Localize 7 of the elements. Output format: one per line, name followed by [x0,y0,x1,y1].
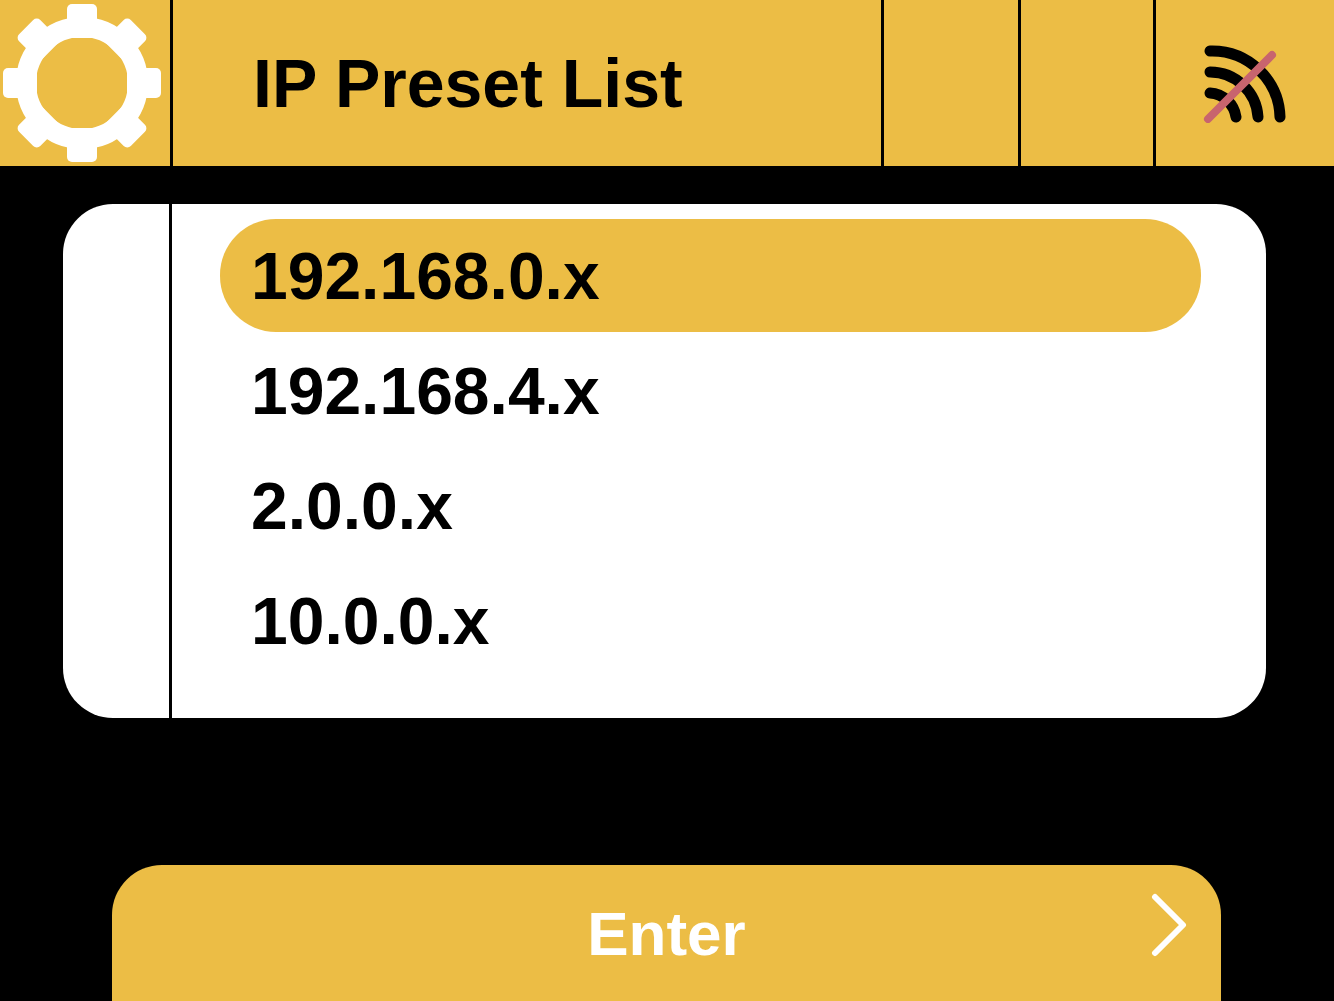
preset-item[interactable]: 10.0.0.x [220,564,1201,677]
screen-title: IP Preset List [253,44,683,122]
chevron-right-icon [1151,893,1187,957]
gear-icon[interactable] [2,3,162,163]
preset-item[interactable]: 192.168.0.x [220,219,1201,332]
preset-item[interactable]: 2.0.0.x [220,449,1201,562]
preset-item[interactable]: 192.168.4.x [220,334,1201,447]
